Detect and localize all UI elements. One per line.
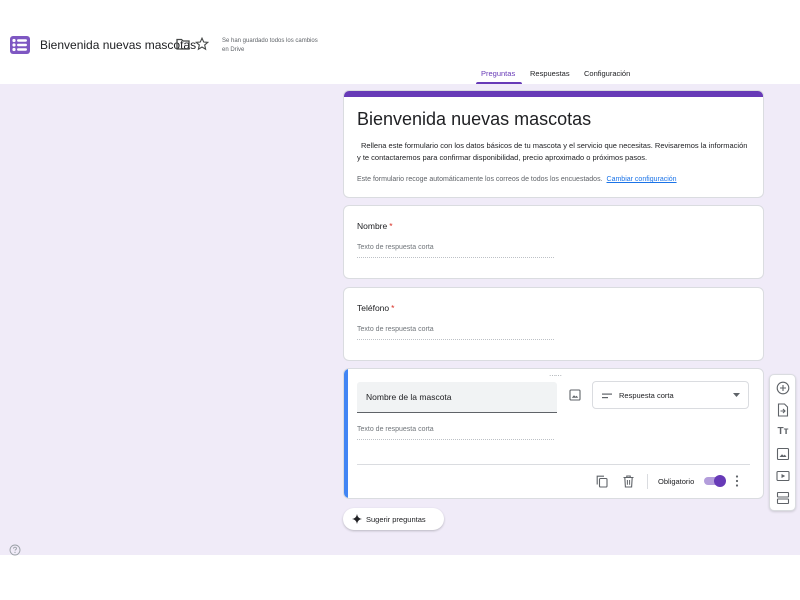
question-title: Nombre *: [357, 221, 393, 231]
email-collection-note: Este formulario recoge automáticamente l…: [357, 176, 677, 183]
forms-app-icon[interactable]: [10, 36, 30, 54]
form-title[interactable]: Bienvenida nuevas mascotas: [357, 109, 591, 130]
question-title-text: Nombre: [357, 221, 388, 231]
tab-preguntas[interactable]: Preguntas: [481, 69, 515, 78]
add-section-icon: [776, 491, 790, 505]
short-answer-placeholder: Texto de respuesta corta: [357, 244, 554, 258]
change-settings-link[interactable]: Cambiar configuración: [607, 176, 677, 183]
tab-bar: Preguntas Respuestas Configuración: [0, 62, 800, 84]
short-answer-placeholder: Texto de respuesta corta: [357, 426, 554, 440]
dropdown-caret-icon: [733, 393, 740, 397]
form-description[interactable]: Rellena este formulario con los datos bá…: [357, 140, 753, 164]
star-icon[interactable]: [195, 37, 209, 51]
question-card-telefono[interactable]: Teléfono * Texto de respuesta corta: [343, 287, 764, 361]
import-questions-icon: [777, 403, 789, 417]
tab-respuestas[interactable]: Respuestas: [530, 69, 570, 78]
tab-configuracion[interactable]: Configuración: [584, 69, 630, 78]
add-image-icon: [776, 447, 790, 461]
drag-handle[interactable]: ⋯⋯: [549, 372, 562, 380]
delete-icon[interactable]: [623, 475, 634, 488]
required-toggle[interactable]: [704, 475, 726, 487]
add-question-button[interactable]: [776, 381, 790, 395]
question-title-text: Teléfono: [357, 303, 390, 313]
add-image-button[interactable]: [776, 447, 790, 461]
add-section-button[interactable]: [776, 491, 790, 505]
add-video-icon: [776, 470, 790, 482]
card-accent-bar: [344, 91, 763, 97]
question-title: Teléfono *: [357, 303, 394, 313]
toggle-knob: [714, 475, 726, 487]
suggest-questions-button[interactable]: Sugerir preguntas: [343, 508, 444, 530]
form-header-card[interactable]: Bienvenida nuevas mascotas Rellena este …: [343, 90, 764, 198]
page-footer-area: [0, 555, 800, 600]
suggest-questions-label: Sugerir preguntas: [366, 515, 426, 524]
question-card-active[interactable]: ⋯⋯ Nombre de la mascota Respuesta corta …: [343, 368, 764, 499]
required-asterisk: *: [391, 303, 395, 313]
import-questions-button[interactable]: [776, 403, 790, 417]
help-icon[interactable]: [9, 544, 21, 556]
short-answer-placeholder: Texto de respuesta corta: [357, 326, 554, 340]
question-card-nombre[interactable]: Nombre * Texto de respuesta corta: [343, 205, 764, 279]
add-title-button[interactable]: Tт: [776, 425, 790, 439]
add-video-button[interactable]: [776, 469, 790, 483]
footer-separator: [647, 474, 648, 489]
document-title[interactable]: Bienvenida nuevas mascotas: [40, 38, 196, 52]
duplicate-icon[interactable]: [596, 475, 608, 488]
add-question-icon: [776, 381, 790, 395]
app-header: Bienvenida nuevas mascotas Se han guarda…: [0, 0, 800, 84]
required-label: Obligatorio: [658, 477, 695, 486]
email-note-text: Este formulario recoge automáticamente l…: [357, 176, 603, 183]
save-status: Se han guardado todos los cambios en Dri…: [222, 38, 318, 53]
card-footer-divider: [357, 464, 750, 465]
image-icon[interactable]: [569, 389, 581, 401]
add-title-icon: Tт: [777, 426, 789, 437]
sparkle-icon: [352, 514, 362, 524]
question-type-label: Respuesta corta: [619, 391, 674, 400]
active-question-indicator: [344, 369, 348, 498]
short-text-icon: [602, 393, 612, 399]
question-type-select[interactable]: Respuesta corta: [592, 381, 749, 409]
floating-toolbar: Tт: [769, 374, 796, 511]
question-title-input[interactable]: Nombre de la mascota: [357, 382, 557, 413]
folder-icon[interactable]: [176, 38, 190, 50]
more-vert-icon[interactable]: [735, 475, 739, 487]
required-asterisk: *: [389, 221, 393, 231]
